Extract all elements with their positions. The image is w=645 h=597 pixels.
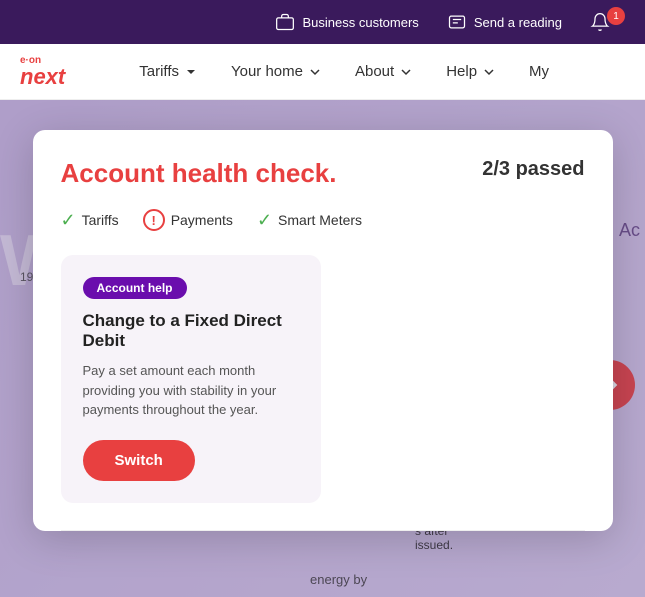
modal-overlay: Account health check. 2/3 passed ✓ Tarif… [0, 100, 645, 597]
card-title: Change to a Fixed Direct Debit [83, 311, 299, 351]
check-pass-icon: ✓ [257, 210, 272, 231]
card-description: Pay a set amount each month providing yo… [83, 361, 299, 420]
card-badge: Account help [83, 277, 187, 299]
health-check-modal: Account health check. 2/3 passed ✓ Tarif… [33, 130, 613, 531]
logo[interactable]: e·on next [20, 55, 65, 88]
nav-items: Tariffs Your home About Help My [125, 55, 563, 88]
check-warning-icon: ! [143, 209, 165, 231]
account-help-card: Account help Change to a Fixed Direct De… [61, 255, 321, 503]
check-payments: ! Payments [143, 209, 233, 231]
chevron-down-icon [398, 64, 414, 80]
modal-score: 2/3 passed [482, 158, 584, 181]
modal-divider [61, 530, 585, 531]
nav-help[interactable]: Help [432, 55, 511, 88]
check-tariffs: ✓ Tariffs [61, 210, 119, 231]
nav-bar: e·on next Tariffs Your home About Help M… [0, 44, 645, 100]
chevron-down-icon [481, 64, 497, 80]
logo-next-text: next [20, 66, 65, 88]
check-pass-icon: ✓ [61, 210, 76, 231]
modal-title: Account health check. [61, 158, 337, 189]
notification-badge: 1 [607, 7, 625, 25]
nav-my[interactable]: My [515, 55, 563, 88]
chevron-down-icon [307, 64, 323, 80]
send-reading-link[interactable]: Send a reading [447, 12, 562, 32]
nav-your-home[interactable]: Your home [217, 55, 337, 88]
check-payments-label: Payments [171, 212, 233, 228]
business-customers-link[interactable]: Business customers [275, 12, 418, 32]
nav-tariffs[interactable]: Tariffs [125, 55, 213, 88]
meter-icon [447, 12, 467, 32]
business-customers-label: Business customers [302, 15, 418, 30]
switch-button[interactable]: Switch [83, 440, 195, 481]
check-smart-meters: ✓ Smart Meters [257, 210, 362, 231]
notification-link[interactable]: 1 [590, 12, 625, 32]
modal-checks: ✓ Tariffs ! Payments ✓ Smart Meters [61, 209, 585, 231]
nav-about[interactable]: About [341, 55, 428, 88]
modal-header: Account health check. 2/3 passed [61, 158, 585, 189]
check-tariffs-label: Tariffs [82, 212, 119, 228]
check-smart-meters-label: Smart Meters [278, 212, 362, 228]
chevron-down-icon [183, 64, 199, 80]
top-bar: Business customers Send a reading 1 [0, 0, 645, 44]
send-reading-label: Send a reading [474, 15, 562, 30]
briefcase-icon [275, 12, 295, 32]
